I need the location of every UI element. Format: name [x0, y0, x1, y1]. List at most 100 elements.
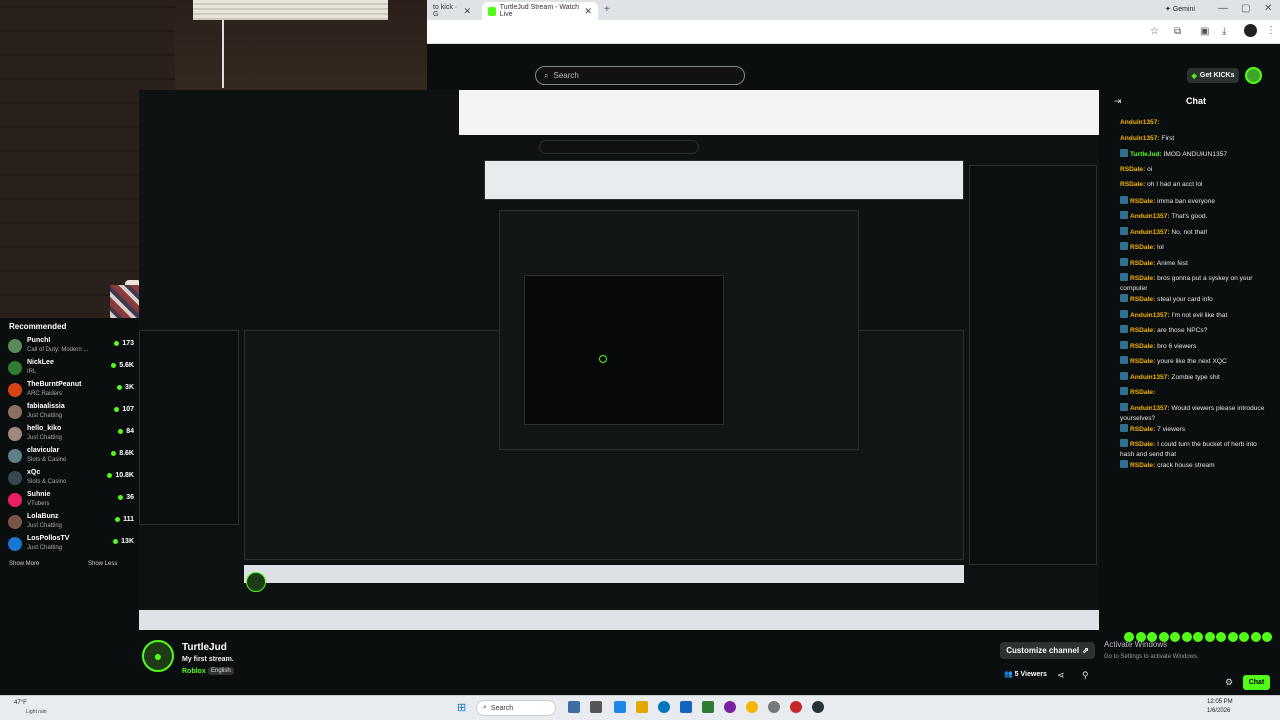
chat-username[interactable]: RSDale:	[1130, 260, 1155, 267]
chat-message: TurtleJud: IMOD ANDUIUN1357	[1120, 149, 1272, 160]
chat-username[interactable]: RSDale:	[1120, 166, 1145, 173]
chat-username[interactable]: RSDale:	[1130, 426, 1155, 433]
badge-icon	[1120, 423, 1128, 432]
taskbar-app-icon[interactable]	[590, 701, 602, 713]
download-icon[interactable]: ⤓	[1222, 26, 1226, 37]
chat-username[interactable]: TurtleJud:	[1130, 151, 1162, 158]
language-tag[interactable]: English	[208, 667, 234, 675]
channel-avatar	[8, 339, 22, 353]
pin-icon[interactable]: ⚲	[1082, 670, 1089, 681]
emote-icon[interactable]	[1227, 632, 1238, 642]
taskbar-app-icon[interactable]	[790, 701, 802, 713]
profile-icon[interactable]	[1244, 24, 1257, 37]
taskbar-app-icon[interactable]	[680, 701, 692, 713]
emote-icon[interactable]	[1250, 632, 1261, 642]
gemini-button[interactable]: ✦ Gemini	[1165, 5, 1195, 13]
taskbar-search[interactable]: ⌕ Search	[476, 700, 556, 716]
emote-icon[interactable]	[1181, 632, 1192, 642]
recommended-sidebar: Recommended PunchI Call of Duty: Modern .…	[0, 318, 139, 695]
sidebar-channel-item[interactable]: xQc Slots & Casino 10.8K	[6, 468, 136, 490]
bookmark-star-icon[interactable]: ☆	[1150, 26, 1159, 37]
sidebar-channel-item[interactable]: TheBurntPeanut ARC Raiders 3K	[6, 380, 136, 402]
search-input[interactable]: ⌕ Search	[535, 66, 745, 85]
chat-username[interactable]: RSDale:	[1130, 441, 1155, 448]
chat-username[interactable]: RSDale:	[1130, 275, 1155, 282]
window-close-icon[interactable]: ✕	[1264, 3, 1272, 14]
activate-windows-sub: Go to Settings to activate Windows.	[1104, 654, 1199, 660]
emote-icon[interactable]	[1262, 632, 1272, 642]
sidebar-channel-item[interactable]: Suhnie VTubers 36	[6, 490, 136, 512]
taskbar-app-icon[interactable]	[724, 701, 736, 713]
share-icon[interactable]: ⋖	[1057, 670, 1065, 681]
chat-username[interactable]: RSDale:	[1130, 358, 1155, 365]
chat-username[interactable]: Anduin1357:	[1120, 119, 1160, 126]
chat-username[interactable]: Anduin1357:	[1130, 405, 1170, 412]
channel-name[interactable]: TurtleJud	[182, 642, 227, 653]
chrome-taskbar-icon[interactable]	[746, 701, 758, 713]
sidebar-channel-item[interactable]: hello_kiko Just Chatting 84	[6, 424, 136, 446]
close-icon[interactable]: ✕	[463, 6, 471, 17]
emote-icon[interactable]	[1193, 632, 1203, 642]
taskbar-app-icon[interactable]	[568, 701, 580, 713]
sidebar-channel-item[interactable]: PunchI Call of Duty: Modern ... 173	[6, 336, 136, 358]
sidebar-channel-name: fabiaalissia	[27, 403, 65, 410]
chat-username[interactable]: RSDale:	[1130, 389, 1155, 396]
show-less-button[interactable]: Show Less	[88, 561, 117, 567]
taskbar-app-icon[interactable]	[636, 701, 648, 713]
taskbar-app-icon[interactable]	[658, 701, 670, 713]
emote-icon[interactable]	[1216, 632, 1226, 642]
taskbar-app-icon[interactable]	[614, 701, 626, 713]
emote-icon[interactable]	[1170, 632, 1180, 642]
user-avatar[interactable]	[1245, 67, 1262, 84]
chat-username[interactable]: RSDale:	[1120, 181, 1145, 188]
chat-username[interactable]: RSDale:	[1130, 462, 1155, 469]
customize-channel-button[interactable]: Customize channel ⇗	[1000, 642, 1095, 659]
channel-avatar	[8, 361, 22, 375]
stream-category[interactable]: Roblox	[182, 668, 206, 675]
close-icon[interactable]: ✕	[584, 6, 592, 17]
get-kicks-button[interactable]: ◈ Get KICKs	[1187, 68, 1239, 83]
chat-username[interactable]: RSDale:	[1130, 296, 1155, 303]
chat-text: No, not that!	[1171, 228, 1208, 236]
chat-send-button[interactable]: Chat	[1243, 675, 1270, 690]
sidebar-channel-item[interactable]: fabiaalissia Just Chatting 107	[6, 402, 136, 424]
emote-icon[interactable]	[1239, 632, 1249, 642]
maximize-icon[interactable]: ▢	[1241, 3, 1250, 14]
new-tab-button[interactable]: +	[604, 4, 610, 15]
taskbar-app-icon[interactable]	[812, 701, 824, 713]
chat-username[interactable]: RSDale:	[1130, 198, 1155, 205]
sidepanel-icon[interactable]: ▣	[1200, 26, 1209, 37]
chat-username[interactable]: Anduin1357:	[1120, 135, 1160, 142]
settings-taskbar-icon[interactable]	[768, 701, 780, 713]
chat-username[interactable]: RSDale:	[1130, 244, 1155, 251]
show-more-button[interactable]: Show More	[9, 561, 39, 567]
sidebar-channel-category: Call of Duty: Modern ...	[27, 347, 89, 353]
extensions-icon[interactable]: ⧉	[1174, 26, 1181, 37]
chat-message: RSDale: Anime fest	[1120, 257, 1272, 269]
sidebar-channel-item[interactable]: NickLee IRL 5.6K	[6, 358, 136, 380]
collapse-chat-icon[interactable]: ⇥	[1114, 96, 1122, 107]
chat-username[interactable]: Anduin1357:	[1130, 229, 1170, 236]
clock-time[interactable]: 12:05 PM	[1207, 699, 1233, 705]
chat-username[interactable]: Anduin1357:	[1130, 312, 1170, 319]
minimize-icon[interactable]: —	[1218, 3, 1228, 14]
menu-icon[interactable]: ⋮	[1266, 25, 1276, 36]
sidebar-channel-item[interactable]: LolaBunz Just Chatting 111	[6, 512, 136, 534]
chat-username[interactable]: Anduin1357:	[1130, 374, 1170, 381]
chat-username[interactable]: Anduin1357:	[1130, 213, 1170, 220]
browser-tab-1[interactable]: to kick · G ✕	[427, 2, 477, 20]
weather-temp[interactable]: 47°F	[14, 700, 27, 706]
chat-message: RSDale: oh I had an acct lol	[1120, 180, 1272, 190]
video-player[interactable]	[139, 90, 1099, 630]
taskbar-app-icon[interactable]	[702, 701, 714, 713]
chat-username[interactable]: RSDale:	[1130, 327, 1155, 334]
windows-start-icon[interactable]: ⊞	[457, 701, 466, 714]
chat-message: Anduin1357: First	[1120, 134, 1272, 144]
chat-settings-icon[interactable]: ⚙	[1225, 677, 1233, 688]
emote-icon[interactable]	[1204, 632, 1215, 642]
browser-tab-active[interactable]: TurtleJud Stream - Watch Live ✕	[482, 2, 598, 20]
chat-username[interactable]: RSDale:	[1130, 343, 1155, 350]
sidebar-channel-item[interactable]: clavicular Slots & Casino 8.6K	[6, 446, 136, 468]
sidebar-channel-item[interactable]: LosPollosTV Just Chatting 13K	[6, 534, 136, 556]
channel-avatar[interactable]: ●	[142, 640, 174, 672]
